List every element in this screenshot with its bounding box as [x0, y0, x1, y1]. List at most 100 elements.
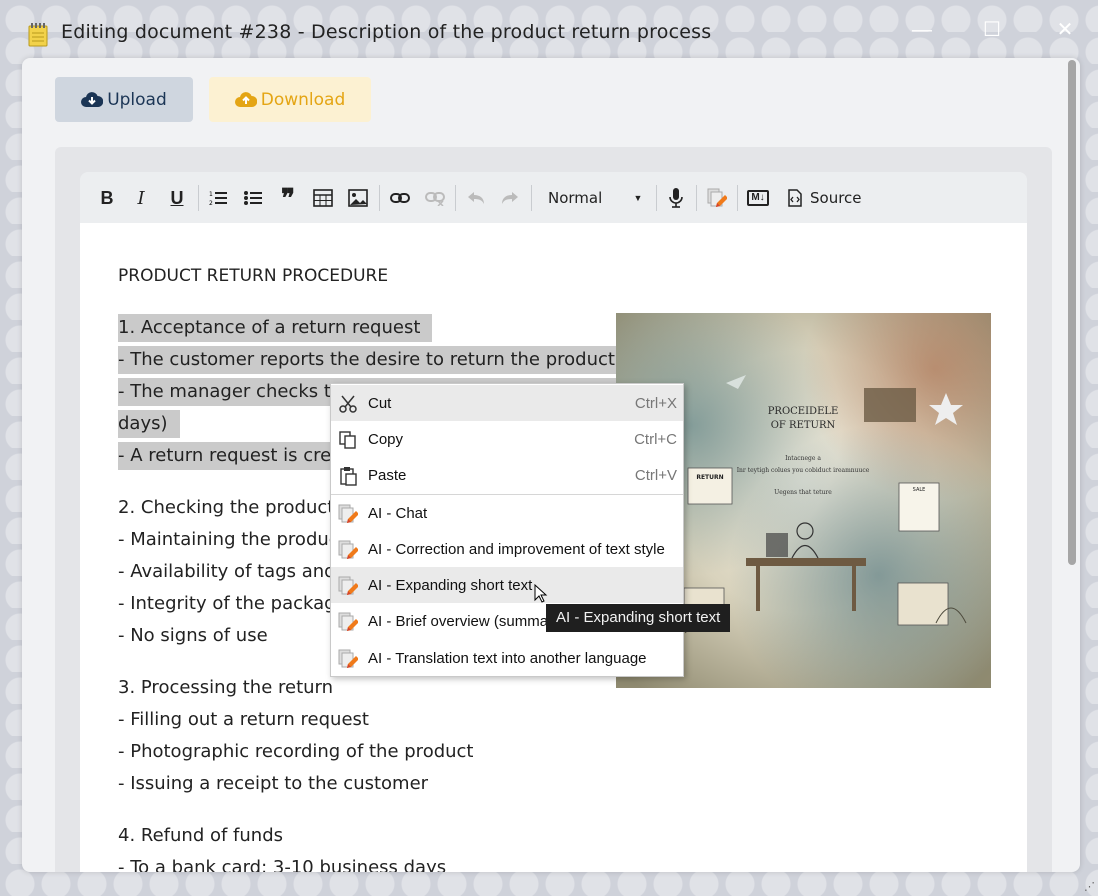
ai-pencil-icon — [338, 612, 358, 631]
download-button[interactable]: Download — [209, 77, 371, 122]
toolbar-divider — [531, 185, 532, 211]
doc-line: 3. Processing the return — [118, 677, 334, 698]
link-button[interactable] — [389, 186, 411, 210]
menu-item-shortcut: Ctrl+X — [634, 395, 677, 412]
menu-item-label: AI - Expanding short text — [368, 577, 533, 594]
ai-pencil-icon — [338, 576, 358, 595]
ai-pencil-icon — [338, 649, 358, 668]
notepad-icon — [28, 23, 48, 47]
doc-line: - Maintaining the product — [118, 529, 346, 550]
close-button[interactable]: ✕ — [1053, 18, 1077, 42]
svg-text:1: 1 — [209, 191, 213, 198]
doc-line: - Integrity of the packagin — [118, 593, 352, 614]
undo-button[interactable] — [465, 186, 487, 210]
image-title-line2: OF RETURN — [771, 420, 836, 431]
svg-text:2: 2 — [209, 200, 213, 207]
tooltip: AI - Expanding short text — [546, 604, 731, 632]
doc-line: - To a bank card: 3-10 business days — [118, 857, 447, 872]
unlink-button[interactable] — [424, 186, 446, 210]
paste-icon — [340, 467, 357, 486]
microphone-icon — [669, 188, 683, 208]
copy-icon — [339, 431, 356, 449]
paragraph-style-value: Normal — [548, 189, 603, 207]
toolbar-divider — [198, 185, 199, 211]
chevron-down-icon[interactable]: ▼ — [632, 186, 644, 210]
menu-item-label: AI - Brief overview (summa — [368, 613, 549, 630]
resize-grip-icon[interactable]: ⋰ — [1084, 880, 1095, 893]
ai-pencil-icon — [338, 540, 358, 559]
minimize-button[interactable]: — — [910, 18, 934, 42]
bullet-list-icon — [244, 191, 262, 205]
image-title-line1: PROCEIDELE — [768, 406, 839, 417]
title-bar: Editing document #238 - Description of t… — [0, 0, 1098, 62]
doc-line: - No signs of use — [118, 625, 268, 646]
menu-item-label: AI - Correction and improvement of text … — [368, 541, 665, 558]
ai-pencil-icon — [338, 504, 358, 523]
bullet-list-button[interactable] — [243, 186, 263, 210]
menu-item-ai-correction[interactable]: AI - Correction and improvement of text … — [331, 531, 683, 567]
menu-item-ai-translation[interactable]: AI - Translation text into another langu… — [331, 640, 683, 676]
toolbar-divider — [379, 185, 380, 211]
markdown-button[interactable]: M↓ — [746, 186, 770, 210]
menu-item-label: AI - Translation text into another langu… — [368, 650, 647, 667]
image-sale-tag: SALE — [913, 487, 926, 493]
image-subtitle-1: Intacnege a — [785, 455, 821, 462]
doc-line: - Issuing a receipt to the customer — [118, 773, 429, 794]
mouse-cursor-icon — [534, 584, 548, 603]
table-button[interactable] — [312, 186, 334, 210]
redo-icon — [502, 192, 518, 204]
cloud-download-icon — [81, 91, 104, 107]
ai-assistant-button[interactable] — [706, 186, 728, 210]
menu-item-shortcut: Ctrl+C — [634, 431, 677, 448]
menu-item-paste[interactable]: Paste Ctrl+V — [331, 457, 683, 493]
upload-button[interactable]: Upload — [55, 77, 193, 122]
menu-item-shortcut: Ctrl+V — [634, 467, 677, 484]
download-label: Download — [260, 89, 346, 110]
source-button[interactable]: Source — [788, 186, 868, 210]
image-icon — [348, 189, 368, 207]
numbered-list-button[interactable]: 12 — [208, 186, 228, 210]
window-title: Editing document #238 - Description of t… — [61, 21, 712, 43]
document-heading: PRODUCT RETURN PROCEDURE — [118, 266, 389, 286]
unlink-icon — [425, 192, 445, 206]
toolbar-divider — [737, 185, 738, 211]
editor-toolbar: B I U 12 ❞ Normal ▼ M↓ Source — [80, 172, 1027, 224]
image-subtitle-3: Uegens that teture — [774, 489, 832, 496]
menu-item-ai-chat[interactable]: AI - Chat — [331, 495, 683, 531]
image-button[interactable] — [347, 186, 369, 210]
toolbar-divider — [656, 185, 657, 211]
toolbar-divider — [455, 185, 456, 211]
scrollbar-thumb[interactable] — [1068, 60, 1076, 565]
menu-item-ai-expanding[interactable]: AI - Expanding short text — [331, 567, 683, 603]
vertical-scrollbar[interactable] — [1067, 58, 1077, 872]
bold-button[interactable]: B — [98, 186, 116, 210]
image-subtitle-2: Inr teytigh colues you cobiduct ireamnuu… — [737, 467, 870, 474]
blockquote-button[interactable]: ❞ — [277, 183, 299, 213]
menu-item-copy[interactable]: Copy Ctrl+C — [331, 421, 683, 457]
table-icon — [313, 189, 333, 207]
context-menu: Cut Ctrl+X Copy Ctrl+C Paste Ctrl+V AI -… — [330, 383, 684, 677]
source-label: Source — [810, 189, 862, 207]
source-code-icon — [788, 189, 802, 207]
maximize-button[interactable]: ☐ — [980, 18, 1004, 42]
redo-button[interactable] — [499, 186, 521, 210]
doc-line: days) — [118, 410, 180, 438]
underline-button[interactable]: U — [168, 186, 186, 210]
menu-item-label: Paste — [368, 467, 407, 484]
doc-line: - The customer reports the desire to ret… — [118, 346, 627, 374]
menu-item-label: AI - Chat — [368, 505, 428, 522]
doc-line: 2. Checking the product c — [118, 497, 350, 518]
cloud-upload-icon — [234, 91, 257, 107]
menu-item-label: Copy — [368, 431, 404, 448]
undo-icon — [468, 192, 484, 204]
menu-item-label: Cut — [368, 395, 392, 412]
numbered-list-icon: 12 — [209, 191, 227, 207]
doc-line: 4. Refund of funds — [118, 825, 283, 846]
ai-pencil-icon — [707, 188, 727, 207]
microphone-button[interactable] — [666, 186, 686, 210]
menu-item-cut[interactable]: Cut Ctrl+X — [331, 385, 683, 421]
scissors-icon — [339, 395, 357, 413]
link-icon — [390, 193, 410, 203]
doc-line: - Availability of tags and l — [118, 561, 347, 582]
italic-button[interactable]: I — [132, 186, 150, 210]
